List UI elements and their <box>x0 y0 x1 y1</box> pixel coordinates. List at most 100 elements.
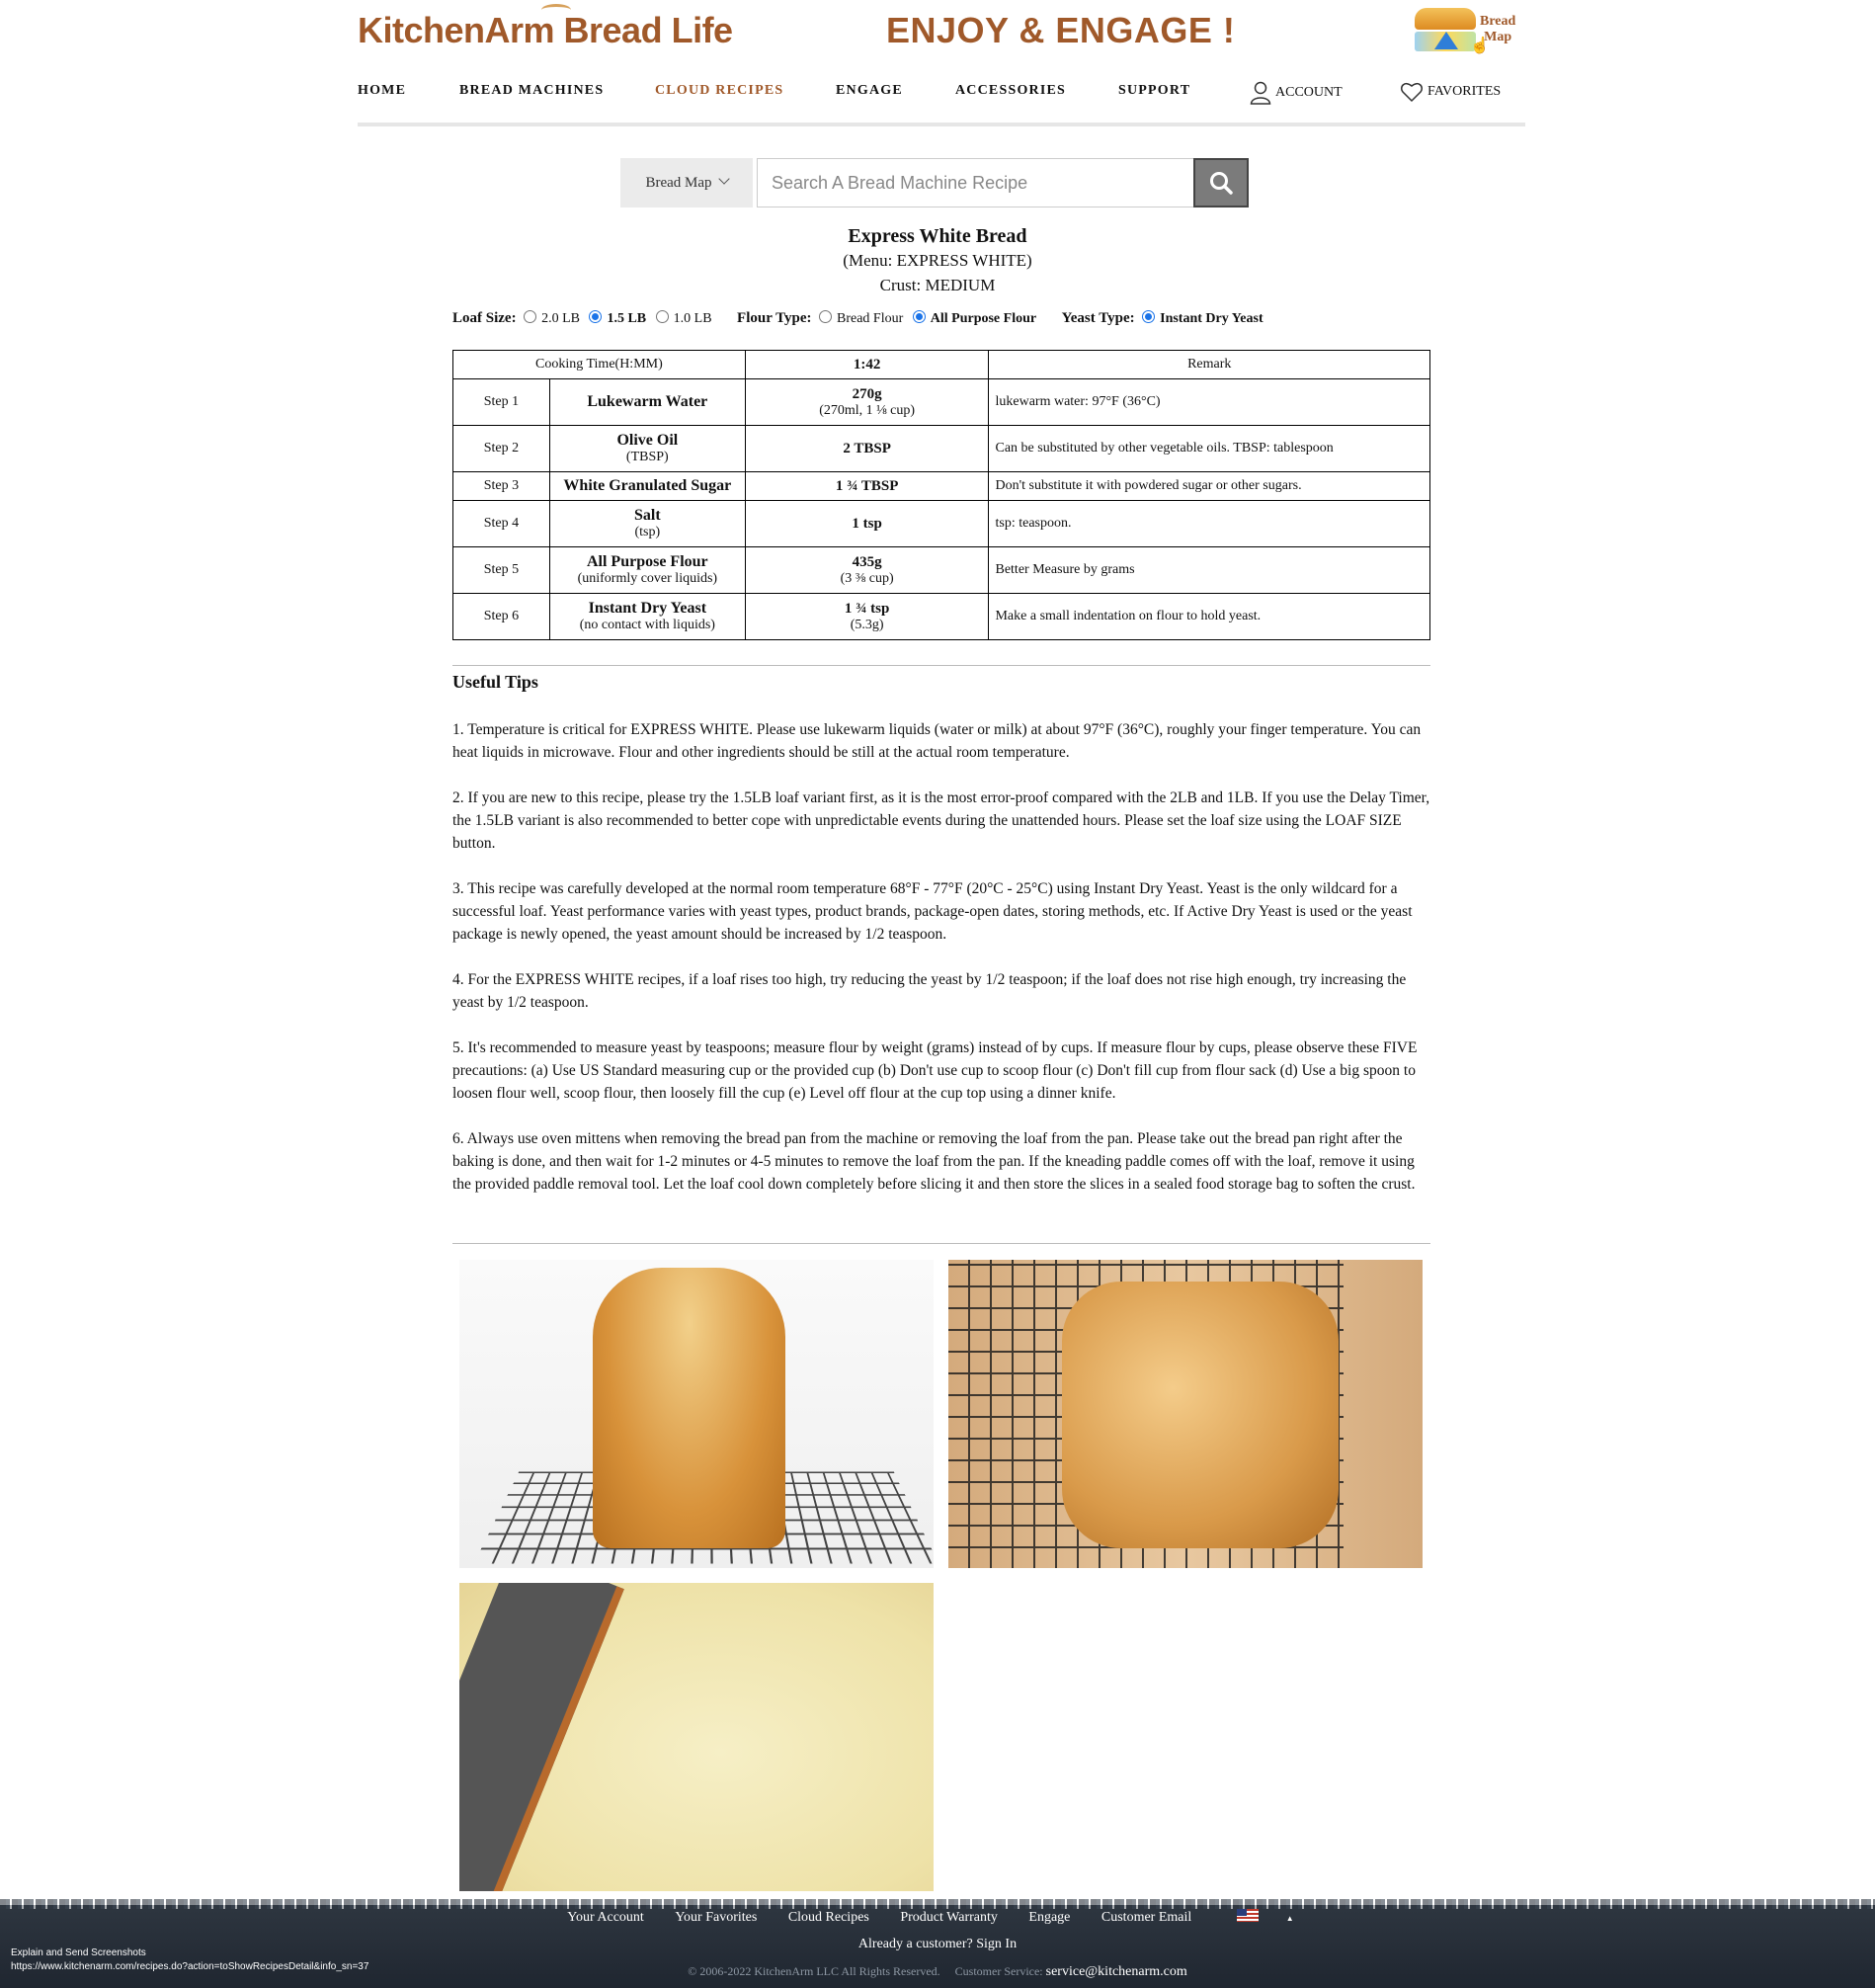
remark-cell: Better Measure by grams <box>988 546 1430 594</box>
remark-cell: Can be substituted by other vegetable oi… <box>988 425 1430 472</box>
table-row: Step 2 Olive Oil (TBSP) 2 TBSP Can be sub… <box>452 425 1430 472</box>
recipe-title: Express White Bread <box>848 225 1027 247</box>
radio-button[interactable] <box>524 310 537 323</box>
step-label: Step 6 <box>452 593 550 640</box>
remark-cell: Make a small indentation on flour to hol… <box>988 593 1430 640</box>
radio-button[interactable] <box>818 310 832 323</box>
search-icon <box>1210 172 1233 195</box>
flour-option-all-purpose[interactable]: All Purpose Flour <box>912 310 1036 327</box>
recipe-options: Loaf Size: 2.0 LB 1.5 LB 1.0 LB Flour Ty… <box>452 310 1285 327</box>
bread-photo-top[interactable] <box>948 1260 1423 1568</box>
site-logo[interactable]: KitchenArm Bread Life <box>358 4 733 51</box>
tips-title: Useful Tips <box>452 672 538 692</box>
tagline[interactable]: ENJOY & ENGAGE ! <box>886 10 1235 51</box>
remark-header: Remark <box>988 350 1430 379</box>
amount-cell: 1 ¾ tsp (5.3g) <box>744 593 990 640</box>
nav-engage[interactable]: ENGAGE <box>836 83 903 99</box>
loaf-size-group: Loaf Size: 2.0 LB 1.5 LB 1.0 LB <box>452 310 718 327</box>
ingredient-cell: Olive Oil (TBSP) <box>548 425 746 472</box>
ingredient-cell: Instant Dry Yeast (no contact with liquid… <box>548 593 746 640</box>
tips-list: 1. Temperature is critical for EXPRESS W… <box>452 718 1430 1218</box>
us-flag-icon <box>1236 1909 1259 1922</box>
tip-item: 5. It's recommended to measure yeast by … <box>452 1039 1418 1102</box>
footer-link-engage[interactable]: Engage <box>1028 1910 1070 1925</box>
nav-support[interactable]: SUPPORT <box>1118 83 1190 99</box>
bread-photo-side[interactable] <box>459 1260 934 1568</box>
recipe-menu: (Menu: EXPRESS WHITE) <box>843 251 1032 270</box>
search-category-select[interactable]: Bread Map <box>620 158 753 207</box>
favorites-label: FAVORITES <box>1427 84 1502 100</box>
step-label: Step 3 <box>452 471 550 501</box>
tip-item: 6. Always use oven mittens when removing… <box>452 1130 1416 1193</box>
footer-link-email[interactable]: Customer Email <box>1101 1910 1191 1925</box>
status-overlay: Explain and Send Screenshots https://www… <box>11 1947 369 1972</box>
user-icon <box>1250 81 1271 105</box>
bread-photo-crumb[interactable] <box>459 1583 934 1891</box>
table-row: Step 3 White Granulated Sugar 1 ¾ TBSP D… <box>452 471 1430 501</box>
nav-cloud-recipes[interactable]: CLOUD RECIPES <box>655 83 783 99</box>
loaf-size-label: Loaf Size: <box>452 310 517 326</box>
amount-cell: 270g (270ml, 1 ⅛ cup) <box>744 378 990 426</box>
ingredient-cell: Salt (tsp) <box>548 500 746 547</box>
step-label: Step 4 <box>452 500 550 547</box>
flour-type-group: Flour Type: Bread Flour All Purpose Flou… <box>737 310 1042 327</box>
remark-cell: tsp: teaspoon. <box>988 500 1430 547</box>
header-divider <box>358 123 1525 126</box>
nav-favorites[interactable]: FAVORITES <box>1400 81 1501 103</box>
tip-item: 4. For the EXPRESS WHITE recipes, if a l… <box>452 971 1407 1011</box>
bread-map-label-1: Bread <box>1480 14 1516 29</box>
step-label: Step 1 <box>452 378 550 426</box>
wheat-icon <box>541 4 571 16</box>
site-header: KitchenArm Bread Life ENJOY & ENGAGE ! B… <box>358 0 1525 128</box>
search-input[interactable] <box>757 158 1193 207</box>
recipe-crust: Crust: MEDIUM <box>879 276 996 294</box>
site-footer: Your Account Your Favorites Cloud Recipe… <box>0 1899 1875 1988</box>
remark-cell: lukewarm water: 97°F (36°C) <box>988 378 1430 426</box>
nav-account[interactable]: ACCOUNT <box>1250 81 1343 105</box>
map-pin-icon <box>1434 32 1458 49</box>
nav-bread-machines[interactable]: BREAD MACHINES <box>459 83 604 99</box>
table-row: Step 5 All Purpose Flour (uniformly cover… <box>452 546 1430 594</box>
chevron-down-icon <box>717 173 730 185</box>
cooking-time-value: 1:42 <box>744 350 990 379</box>
account-label: ACCOUNT <box>1275 85 1343 101</box>
radio-button[interactable] <box>655 310 669 323</box>
table-row: Step 4 Salt (tsp) 1 tsp tsp: teaspoon. <box>452 500 1430 547</box>
loaf-option-1lb[interactable]: 1.0 LB <box>655 310 712 327</box>
ingredient-cell: Lukewarm Water <box>548 378 746 426</box>
divider <box>452 665 1430 666</box>
nav-home[interactable]: HOME <box>358 83 406 99</box>
step-label: Step 2 <box>452 425 550 472</box>
yeast-type-label: Yeast Type: <box>1061 310 1135 326</box>
ingredient-cell: White Granulated Sugar <box>548 471 746 501</box>
loaf-option-2lb[interactable]: 2.0 LB <box>524 310 580 327</box>
heart-icon <box>1400 82 1424 103</box>
ingredient-cell: All Purpose Flour (uniformly cover liquid… <box>548 546 746 594</box>
flour-option-bread[interactable]: Bread Flour <box>818 310 903 327</box>
tip-item: 1. Temperature is critical for EXPRESS W… <box>452 721 1422 761</box>
pointer-hand-icon: ☝ <box>1470 38 1490 54</box>
bread-map-link[interactable]: Bread Map ☝ <box>1415 6 1525 55</box>
remark-cell: Don't substitute it with powdered sugar … <box>988 471 1430 501</box>
amount-cell: 435g (3 ⅜ cup) <box>744 546 990 594</box>
search-button[interactable] <box>1193 158 1249 207</box>
service-email-link[interactable]: service@kitchenarm.com <box>1046 1964 1187 1979</box>
footer-link-account[interactable]: Your Account <box>567 1910 644 1925</box>
footer-link-warranty[interactable]: Product Warranty <box>900 1910 998 1925</box>
radio-button-selected[interactable] <box>589 310 603 323</box>
bread-loaf-icon <box>1415 8 1476 30</box>
nav-accessories[interactable]: ACCESSORIES <box>955 83 1066 99</box>
recipe-table: Cooking Time(H:MM) 1:42 Remark Step 1 Lu… <box>452 350 1430 640</box>
radio-button-selected[interactable] <box>912 310 926 323</box>
radio-button-selected[interactable] <box>1142 310 1156 323</box>
table-row: Step 1 Lukewarm Water 270g (270ml, 1 ⅛ cu… <box>452 378 1430 426</box>
yeast-option-instant[interactable]: Instant Dry Yeast <box>1142 310 1264 327</box>
amount-cell: 2 TBSP <box>744 425 990 472</box>
footer-link-cloud-recipes[interactable]: Cloud Recipes <box>788 1910 869 1925</box>
footer-link-favorites[interactable]: Your Favorites <box>675 1910 757 1925</box>
flour-type-label: Flour Type: <box>737 310 812 326</box>
main-nav: HOME BREAD MACHINES CLOUD RECIPES ENGAGE… <box>358 81 1525 105</box>
table-header-row: Cooking Time(H:MM) 1:42 Remark <box>452 350 1430 379</box>
loaf-option-1-5lb[interactable]: 1.5 LB <box>589 310 646 327</box>
language-selector[interactable]: ▲ <box>1223 1909 1308 1925</box>
